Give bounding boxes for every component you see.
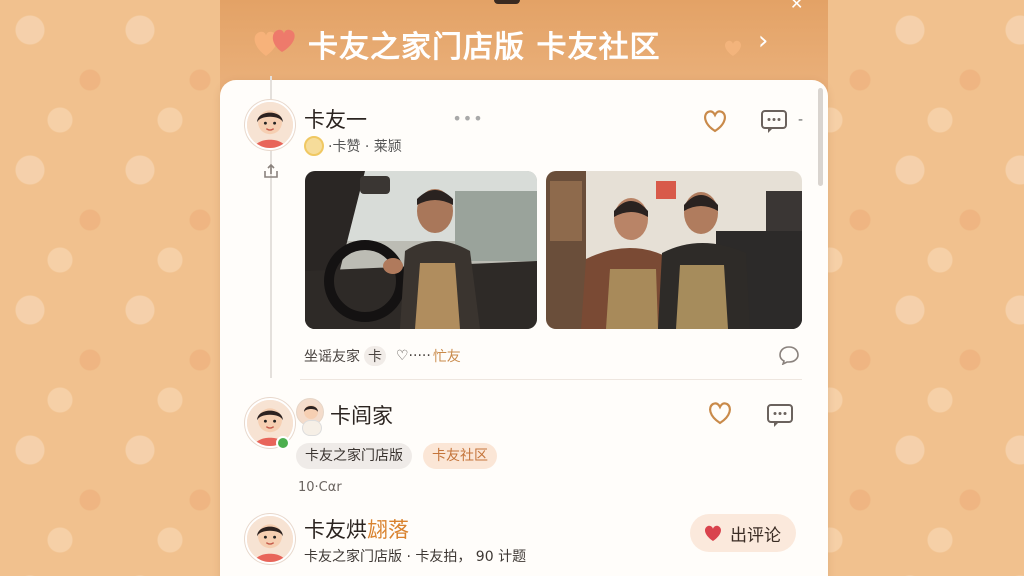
- footer-title[interactable]: 卡友烘翃落: [304, 514, 409, 544]
- post-caption-suffix[interactable]: 忙友: [433, 346, 461, 366]
- post-photo-couple[interactable]: [546, 171, 802, 329]
- scrollbar[interactable]: [818, 88, 823, 186]
- reply-bubble-icon[interactable]: [778, 345, 800, 365]
- post-badge-row: ·卡赞 · 莱颕: [304, 136, 402, 156]
- dash-indicator: -: [798, 112, 804, 128]
- status-notch: [494, 0, 520, 4]
- heart-filled-icon: [705, 525, 721, 541]
- post-photo-driver[interactable]: [305, 171, 537, 329]
- avatar[interactable]: [245, 100, 295, 150]
- driver-photo-image: [305, 171, 537, 329]
- comment-username[interactable]: 卡闾家: [330, 400, 393, 430]
- comment-button[interactable]: 出评论: [690, 514, 796, 552]
- post-badge-text: ·卡赞 · 莱颕: [328, 139, 402, 155]
- small-heart-icon: [725, 40, 741, 56]
- footer-title-prefix: 卡友烘: [304, 518, 367, 542]
- heart-outline-icon[interactable]: [706, 400, 734, 426]
- close-icon[interactable]: ✕: [790, 0, 803, 13]
- background-left: [0, 0, 220, 576]
- heart-outline-icon[interactable]: [701, 108, 729, 134]
- share-icon[interactable]: [262, 162, 280, 180]
- comment-button-label: 出评论: [730, 525, 781, 546]
- user-avatar-icon: [247, 102, 293, 148]
- post-caption-chip[interactable]: 卡: [364, 346, 386, 366]
- app-header: 卡友之家门店版 卡友社区 ›: [220, 14, 828, 70]
- footer-subtitle: 卡友之家门店版 · 卡友拍， 90 计题: [304, 549, 527, 565]
- couple-photo-image: [546, 171, 802, 329]
- post-caption-mid: ♡·····: [396, 348, 431, 364]
- user-avatar-icon: [247, 516, 293, 562]
- sticker-badge-icon: [302, 420, 322, 436]
- page-title: 卡友之家门店版 卡友社区: [308, 30, 661, 65]
- tag-chip[interactable]: 卡友社区: [423, 443, 497, 469]
- hearts-logo-icon: [254, 29, 295, 56]
- avatar[interactable]: [245, 514, 295, 564]
- medal-icon: [304, 136, 324, 156]
- comment-timestamp: 10·Cαr: [298, 480, 342, 495]
- online-status-dot: [276, 436, 290, 450]
- divider: [300, 379, 802, 380]
- background-right: [804, 0, 1024, 576]
- post-caption-prefix: 坐谣友家: [304, 349, 360, 365]
- post-caption-row: 坐谣友家 卡 ♡····· 忙友: [304, 346, 461, 366]
- post-username[interactable]: 卡友一: [304, 104, 367, 134]
- comment-bubble-icon[interactable]: [760, 108, 788, 134]
- footer-title-highlight: 翃落: [367, 518, 409, 542]
- chevron-right-icon[interactable]: ›: [758, 26, 768, 56]
- tag-chip[interactable]: 卡友之家门店版: [296, 443, 412, 469]
- comment-bubble-icon[interactable]: [766, 402, 794, 428]
- more-options-icon[interactable]: •••: [452, 109, 484, 128]
